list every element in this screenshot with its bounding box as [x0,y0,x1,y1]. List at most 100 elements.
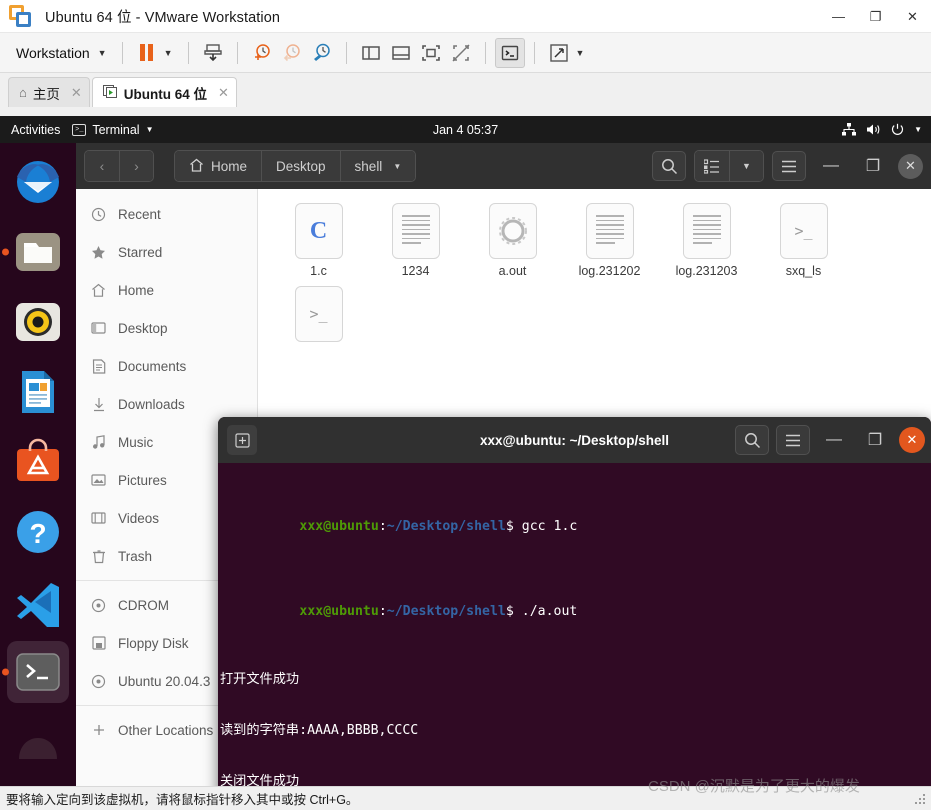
file-name: 1.c [310,264,327,278]
fullscreen-caret-icon[interactable]: ▼ [574,48,591,58]
fit-guest-icon[interactable] [416,38,446,68]
terminal-line: 打开文件成功 [220,672,300,687]
sidebar-item-documents[interactable]: Documents [76,347,257,385]
sidebar-item-label: Recent [118,206,161,222]
shell-script-icon: >_ [779,203,828,259]
search-icon[interactable] [652,151,686,181]
dock-item-help[interactable]: ? [7,501,69,563]
file-item-log231202[interactable]: log.231202 [561,203,658,278]
divider [533,41,535,64]
breadcrumb-desktop[interactable]: Desktop [261,151,340,181]
shell-script-icon: >_ [294,286,343,342]
close-icon[interactable]: ✕ [218,85,229,101]
tab-home[interactable]: ⌂ 主页 ✕ [8,77,90,107]
unity-mode-icon[interactable] [494,37,525,68]
dock-item-ubuntu-software[interactable] [7,431,69,493]
network-icon[interactable] [842,123,857,136]
terminal-line: xxx@ubuntu:~/Desktop/shell$ gcc 1.c [299,519,578,534]
documents-icon [90,358,107,374]
sidebar-item-label: Videos [118,510,160,526]
workstation-menu-button[interactable]: Workstation ▼ [10,42,113,64]
divider [484,41,486,64]
sidebar-item-starred[interactable]: Starred [76,233,257,271]
close-icon[interactable]: ✕ [71,85,82,101]
view-dropdown-caret-icon[interactable]: ▼ [729,151,763,181]
terminal-maximize-button[interactable]: ❐ [858,425,892,455]
sidebar-item-recent[interactable]: Recent [76,195,257,233]
prompt-user: xxx@ubuntu [299,519,379,534]
file-item-1c[interactable]: C 1.c [270,203,367,278]
search-icon[interactable] [735,425,769,455]
nautilus-minimize-button[interactable]: — [814,151,848,181]
file-name: 1234 [401,264,430,278]
download-icon [90,397,107,412]
breadcrumb-home[interactable]: Home [175,151,262,181]
terminal-minimize-button[interactable]: — [817,425,851,455]
new-tab-icon[interactable] [227,425,257,455]
nautilus-header-bar: ‹ › Home Desktop shell ▼ ▼ — ❐ ✕ [76,143,931,189]
snapshot-manager-icon[interactable] [307,38,337,68]
pause-icon[interactable] [132,38,162,68]
sidebar-panel-icon[interactable] [356,38,386,68]
nautilus-close-button[interactable]: ✕ [898,153,923,179]
terminal-close-button[interactable]: ✕ [899,427,925,453]
sidebar-item-label: Desktop [118,320,168,336]
forward-button[interactable]: › [119,151,153,181]
file-item-1234[interactable]: 1234 [367,203,464,278]
close-button[interactable]: ✕ [894,0,931,33]
dock-item-terminal[interactable] [7,641,69,703]
restore-button[interactable]: ❐ [857,0,894,33]
chevron-down-icon[interactable]: ▼ [393,162,401,171]
nautilus-maximize-button[interactable]: ❐ [856,151,890,181]
app-menu-button[interactable]: >_ Terminal ▼ [72,122,154,137]
pause-dropdown-caret-icon[interactable]: ▼ [162,48,179,58]
file-item-second-row[interactable]: >_ [270,286,367,347]
resize-grip[interactable] [913,792,927,806]
file-item-log231203[interactable]: log.231203 [658,203,755,278]
dock-item-files[interactable] [7,221,69,283]
breadcrumb-shell[interactable]: shell ▼ [339,151,416,181]
vmware-tab-strip: ⌂ 主页 ✕ Ubuntu 64 位 ✕ [0,73,931,107]
sidebar-item-label: Ubuntu 20.04.3 [118,673,211,689]
sidebar-item-home[interactable]: Home [76,271,257,309]
terminal-output[interactable]: xxx@ubuntu:~/Desktop/shell$ gcc 1.c xxx@… [218,463,931,786]
ubuntu-dock: ? [0,143,76,786]
list-view-icon[interactable] [695,151,729,181]
clock-icon [90,207,107,222]
terminal-icon: >_ [72,123,87,136]
activities-button[interactable]: Activities [0,123,72,137]
gnome-terminal-window: xxx@ubuntu: ~/Desktop/shell — ❐ ✕ xxx@ub… [218,417,931,786]
minimize-button[interactable]: — [820,0,857,33]
divider [236,41,238,64]
file-item-aout[interactable]: a.out [464,203,561,278]
fullscreen-icon[interactable] [544,38,574,68]
sidebar-item-label: Starred [118,244,163,260]
hamburger-menu-icon[interactable] [772,151,806,181]
dock-item-vscode[interactable] [7,571,69,633]
console-panel-icon[interactable] [386,38,416,68]
tab-ubuntu-vm-label: Ubuntu 64 位 [123,86,208,102]
dock-item-trash[interactable] [7,711,69,773]
terminal-command: ./a.out [513,604,578,619]
hamburger-menu-icon[interactable] [776,425,810,455]
snapshot-add-icon[interactable] [247,38,277,68]
text-file-icon [391,203,440,259]
file-item-sxqls[interactable]: >_ sxq_ls [755,203,852,278]
volume-icon[interactable] [866,123,881,136]
fit-window-icon[interactable] [446,38,476,68]
vm-running-icon [102,84,118,101]
desktop-icon [90,321,107,335]
clock[interactable]: Jan 4 05:37 [433,123,498,137]
app-menu-label: Terminal [92,122,140,137]
dock-item-thunderbird[interactable] [7,151,69,213]
chevron-down-icon[interactable]: ▼ [914,125,922,134]
dock-item-libreoffice-writer[interactable] [7,361,69,423]
sidebar-item-desktop[interactable]: Desktop [76,309,257,347]
power-icon[interactable] [891,123,904,136]
back-button[interactable]: ‹ [85,151,119,181]
dock-item-rhythmbox[interactable] [7,291,69,353]
tab-ubuntu-vm[interactable]: Ubuntu 64 位 ✕ [91,77,237,107]
sidebar-item-label: Floppy Disk [118,635,189,651]
send-to-icon[interactable] [198,38,228,68]
divider [345,41,347,64]
